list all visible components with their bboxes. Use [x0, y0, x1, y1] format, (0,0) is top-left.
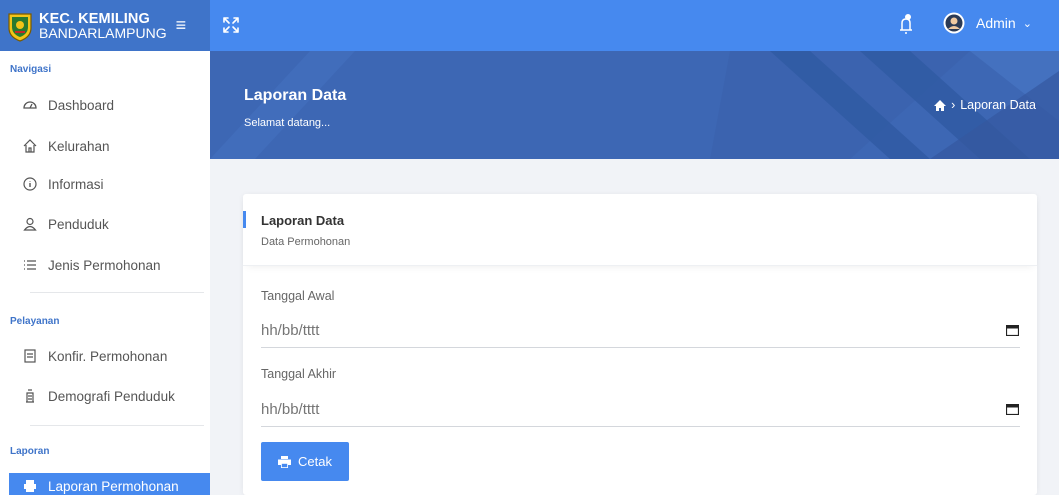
sidebar-section-laporan: Laporan	[10, 446, 50, 457]
sidebar-item-penduduk[interactable]: Penduduk	[0, 205, 210, 243]
sidebar-item-label: Kelurahan	[48, 138, 110, 154]
hamburger-menu-icon[interactable]: ≡	[176, 15, 187, 36]
print-button-label: Cetak	[298, 454, 332, 469]
start-date-input[interactable]	[261, 314, 1020, 348]
logo-icon	[8, 12, 32, 42]
brand-subtitle: BANDARLAMPUNG	[39, 24, 167, 41]
avatar	[943, 12, 965, 34]
page-header-banner: Laporan Data Selamat datang... › Laporan…	[210, 51, 1059, 159]
card-title: Laporan Data	[261, 213, 345, 228]
calendar-icon[interactable]	[1006, 325, 1019, 336]
card-accent-bar	[243, 211, 246, 228]
notification-bell-icon[interactable]	[897, 13, 915, 35]
home-icon[interactable]	[934, 99, 947, 111]
user-icon	[23, 217, 37, 231]
home-icon	[23, 139, 37, 153]
sidebar-item-label: Penduduk	[48, 216, 109, 232]
end-date-label: Tanggal Akhir	[261, 367, 337, 381]
breadcrumb-current: Laporan Data	[960, 98, 1036, 112]
sidebar-item-label: Informasi	[48, 176, 104, 192]
card-header: Laporan Data Data Permohonan	[243, 194, 1037, 266]
banner-decoration	[210, 51, 1059, 159]
user-menu[interactable]: Admin ⌄	[943, 12, 1032, 34]
info-icon	[23, 177, 37, 191]
chart-icon	[26, 389, 34, 403]
report-card: Laporan Data Data Permohonan Tanggal Awa…	[243, 194, 1037, 495]
sidebar-item-laporan-permohonan[interactable]: Laporan Permohonan	[9, 473, 210, 495]
page-title: Laporan Data	[244, 87, 347, 104]
sidebar-item-label: Demografi Penduduk	[48, 388, 175, 404]
sidebar-item-konfir-permohonan[interactable]: Konfir. Permohonan	[0, 337, 210, 375]
breadcrumb-separator: ›	[951, 98, 956, 112]
print-button[interactable]: Cetak	[261, 442, 349, 481]
sidebar: Navigasi Dashboard Kelurahan Informasi P…	[0, 51, 210, 495]
sidebar-item-informasi[interactable]: Informasi	[0, 165, 210, 203]
list-icon	[24, 260, 36, 270]
dashboard-icon	[23, 101, 37, 109]
sidebar-item-label: Konfir. Permohonan	[48, 348, 168, 364]
chevron-down-icon: ⌄	[1022, 17, 1032, 30]
printer-icon	[278, 455, 292, 468]
top-navbar: KEC. KEMILING BANDARLAMPUNG ≡ Admin ⌄	[0, 0, 1059, 51]
calendar-icon[interactable]	[1006, 404, 1019, 415]
breadcrumb: › Laporan Data	[934, 98, 1036, 112]
sidebar-item-jenis-permohonan[interactable]: Jenis Permohonan	[0, 246, 210, 284]
card-subtitle: Data Permohonan	[261, 236, 351, 248]
navbar-main: Admin ⌄	[210, 0, 1059, 51]
brand-title: KEC. KEMILING	[39, 10, 150, 27]
sidebar-section-navigasi: Navigasi	[10, 64, 52, 75]
sidebar-item-kelurahan[interactable]: Kelurahan	[0, 127, 210, 165]
sidebar-item-label: Jenis Permohonan	[48, 257, 161, 273]
user-name: Admin	[976, 15, 1016, 31]
printer-icon	[24, 480, 36, 492]
sidebar-divider	[30, 292, 204, 293]
end-date-input[interactable]	[261, 393, 1020, 427]
fullscreen-icon[interactable]	[222, 16, 240, 34]
start-date-label: Tanggal Awal	[261, 289, 335, 303]
page-subtitle: Selamat datang...	[244, 117, 331, 129]
sidebar-item-label: Laporan Permohonan	[48, 478, 179, 494]
document-icon	[24, 349, 36, 363]
sidebar-section-pelayanan: Pelayanan	[10, 316, 60, 327]
sidebar-item-dashboard[interactable]: Dashboard	[0, 86, 210, 124]
sidebar-item-label: Dashboard	[48, 97, 115, 113]
brand[interactable]: KEC. KEMILING BANDARLAMPUNG ≡	[0, 0, 210, 51]
sidebar-item-demografi-penduduk[interactable]: Demografi Penduduk	[0, 377, 210, 415]
sidebar-divider	[30, 425, 204, 426]
